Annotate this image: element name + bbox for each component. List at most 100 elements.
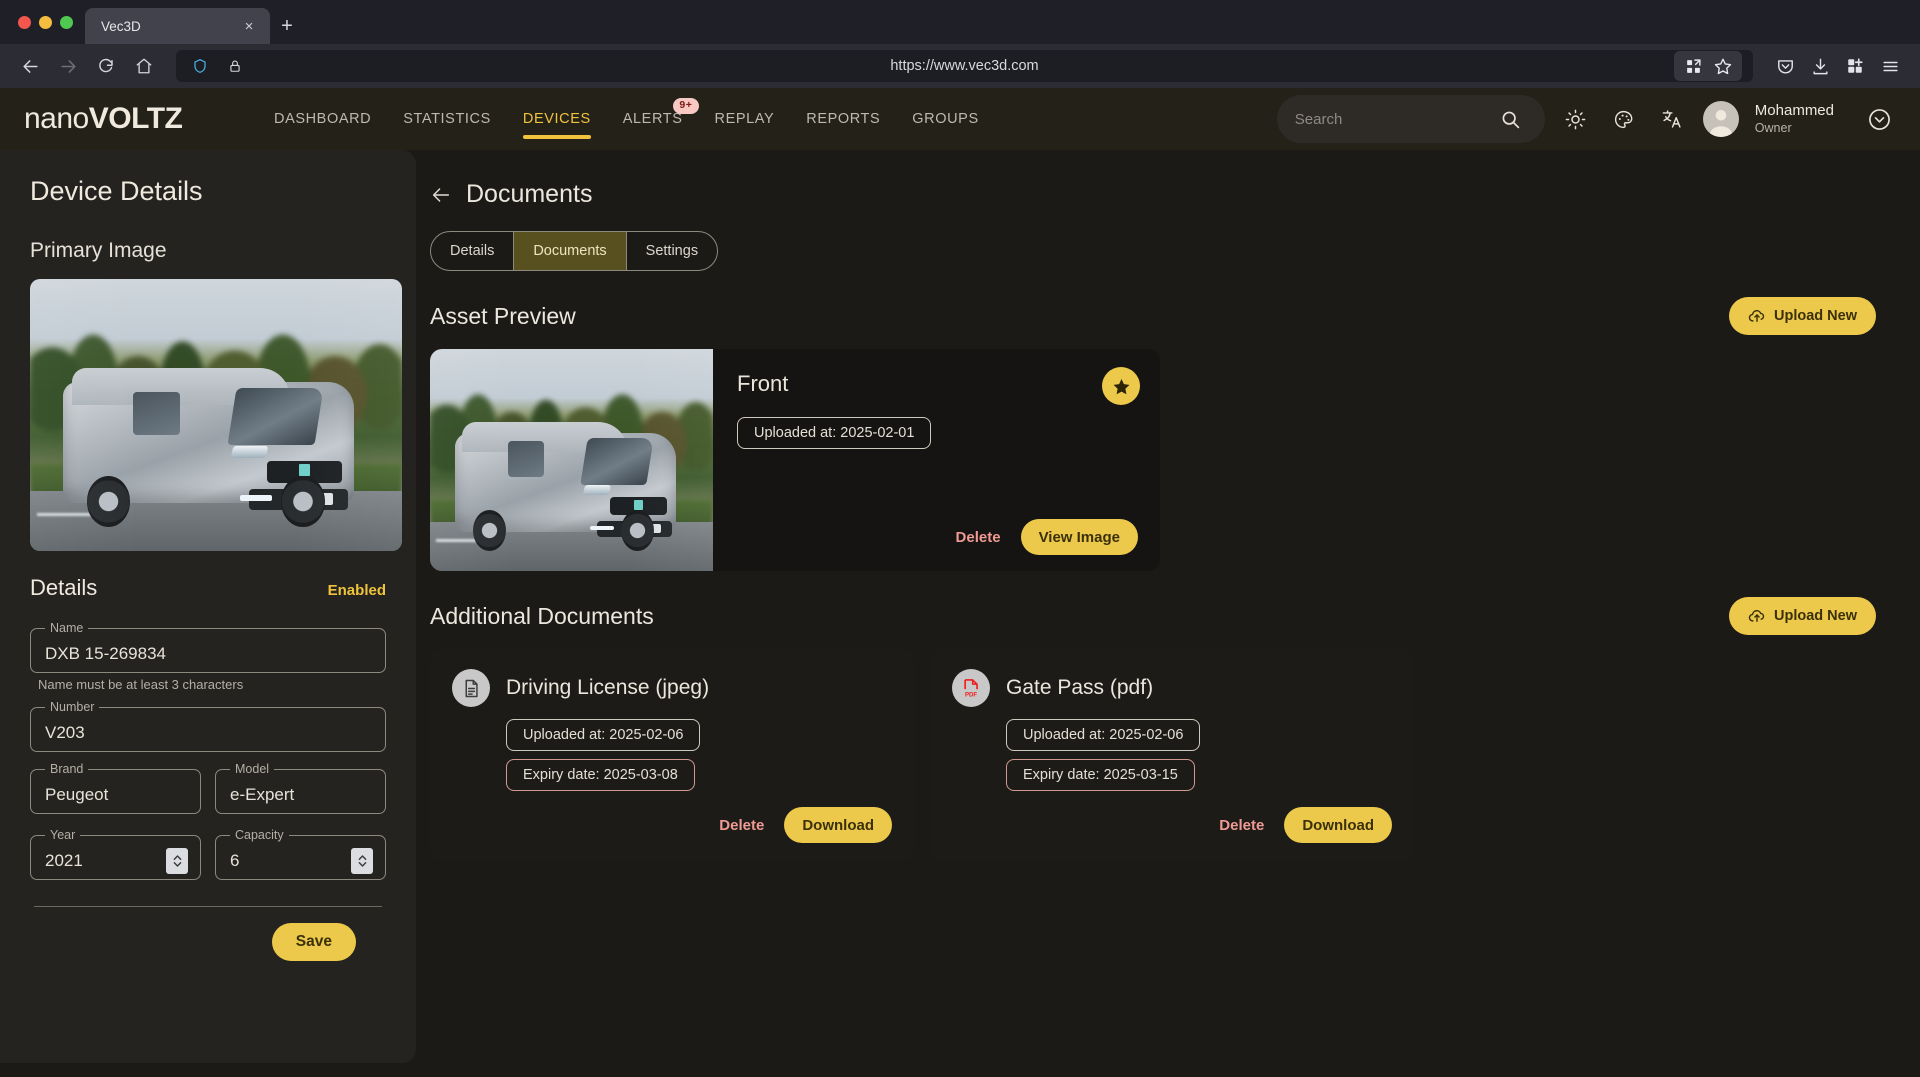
nav-item-dashboard[interactable]: DASHBOARD [274, 88, 371, 150]
user-info[interactable]: Mohammed Owner [1755, 102, 1834, 136]
save-row: Save [30, 923, 386, 961]
document-card-header: Driving License (jpeg) [452, 669, 892, 707]
asset-preview-header: Asset Preview Upload New [430, 297, 1896, 335]
upload-new-document-button[interactable]: Upload New [1729, 597, 1876, 635]
extensions-icon[interactable] [1839, 50, 1871, 82]
delete-asset-button[interactable]: Delete [952, 523, 1005, 552]
back-icon[interactable] [14, 50, 46, 82]
nav-item-statistics[interactable]: STATISTICS [403, 88, 491, 150]
brand-input[interactable] [43, 785, 188, 805]
documents-content: Documents Details Documents Settings Ass… [430, 150, 1920, 1077]
document-card-list: Driving License (jpeg) Uploaded at: 2025… [430, 649, 1896, 861]
bookmark-star-icon[interactable] [1710, 53, 1736, 79]
tab-documents[interactable]: Documents [514, 232, 626, 270]
content-title: Documents [466, 180, 592, 209]
delete-document-button[interactable]: Delete [715, 811, 768, 840]
document-name: Gate Pass (pdf) [1006, 676, 1153, 700]
menu-hamburger-icon[interactable] [1874, 50, 1906, 82]
vehicle-photo [430, 349, 713, 571]
capacity-input[interactable] [228, 851, 351, 871]
nav-item-replay[interactable]: REPLAY [715, 88, 775, 150]
details-heading: Details [30, 575, 97, 601]
browser-tabstrip: Vec3D × + [0, 0, 1920, 44]
avatar[interactable] [1703, 101, 1739, 137]
theme-palette-icon[interactable] [1607, 102, 1641, 136]
document-expiry-chip: Expiry date: 2025-03-15 [1006, 759, 1195, 791]
delete-document-button[interactable]: Delete [1215, 811, 1268, 840]
forward-icon[interactable] [52, 50, 84, 82]
document-card: Driving License (jpeg) Uploaded at: 2025… [430, 649, 914, 861]
asset-thumbnail[interactable] [430, 349, 713, 571]
search-icon[interactable] [1494, 102, 1527, 136]
download-document-button[interactable]: Download [784, 807, 892, 843]
nav-label: REPLAY [715, 111, 775, 127]
upload-new-asset-button[interactable]: Upload New [1729, 297, 1876, 335]
model-field[interactable]: Model [215, 762, 386, 814]
application-root: nanoVOLTZ DASHBOARD STATISTICS DEVICES A… [0, 88, 1920, 1077]
year-input[interactable] [43, 851, 166, 871]
app-header: nanoVOLTZ DASHBOARD STATISTICS DEVICES A… [0, 88, 1920, 150]
translate-language-icon[interactable] [1655, 102, 1689, 136]
nav-item-alerts[interactable]: ALERTS 9+ [623, 88, 683, 150]
nav-item-groups[interactable]: GROUPS [912, 88, 978, 150]
year-field[interactable]: Year [30, 828, 201, 880]
new-tab-button[interactable]: + [270, 8, 304, 44]
name-input[interactable] [43, 644, 373, 664]
download-document-button[interactable]: Download [1284, 807, 1392, 843]
back-arrow-icon[interactable] [430, 184, 452, 206]
chevron-down-icon[interactable] [1862, 102, 1896, 136]
year-stepper[interactable] [166, 848, 188, 874]
capacity-field-label: Capacity [230, 828, 289, 842]
primary-image[interactable] [30, 279, 402, 551]
document-card: PDF Gate Pass (pdf) Uploaded at: 2025-02… [930, 649, 1414, 861]
tab-settings[interactable]: Settings [627, 232, 717, 270]
url-text: https://www.vec3d.com [890, 58, 1038, 74]
search-input[interactable] [1295, 111, 1494, 128]
nav-item-devices[interactable]: DEVICES [523, 88, 591, 150]
download-icon[interactable] [1804, 50, 1836, 82]
save-button[interactable]: Save [272, 923, 356, 961]
close-icon[interactable]: × [238, 15, 260, 37]
year-field-label: Year [45, 828, 80, 842]
document-chips: Uploaded at: 2025-02-06 Expiry date: 202… [1006, 707, 1392, 791]
divider [34, 906, 382, 907]
header-actions: Mohammed Owner [1277, 95, 1896, 143]
browser-tab[interactable]: Vec3D × [85, 8, 270, 44]
maximize-window-button[interactable] [60, 16, 73, 29]
address-bar-actions [1674, 51, 1742, 81]
address-bar[interactable]: https://www.vec3d.com [176, 50, 1753, 82]
primary-image-label: Primary Image [30, 239, 386, 263]
nav-label: ALERTS [623, 111, 683, 127]
grid-share-icon[interactable] [1680, 53, 1706, 79]
brightness-sun-icon[interactable] [1559, 102, 1593, 136]
number-input[interactable] [43, 723, 373, 743]
tab-details[interactable]: Details [431, 232, 514, 270]
close-window-button[interactable] [18, 16, 31, 29]
breadcrumb[interactable]: Documents [430, 180, 1896, 209]
search-box[interactable] [1277, 95, 1545, 143]
home-icon[interactable] [128, 50, 160, 82]
section-tabs: Details Documents Settings [430, 231, 718, 271]
capacity-stepper[interactable] [351, 848, 373, 874]
document-uploaded-chip: Uploaded at: 2025-02-06 [1006, 719, 1200, 751]
cloud-upload-icon [1748, 307, 1766, 325]
asset-name: Front [737, 371, 1138, 397]
capacity-field[interactable]: Capacity [215, 828, 386, 880]
view-image-button[interactable]: View Image [1021, 519, 1138, 555]
brand-field[interactable]: Brand [30, 762, 201, 814]
reload-icon[interactable] [90, 50, 122, 82]
alerts-badge: 9+ [673, 98, 698, 114]
model-input[interactable] [228, 785, 373, 805]
nav-label: DASHBOARD [274, 111, 371, 127]
asset-preview-heading: Asset Preview [430, 303, 576, 330]
upload-new-label: Upload New [1774, 608, 1857, 624]
minimize-window-button[interactable] [39, 16, 52, 29]
favorite-star-icon[interactable] [1102, 367, 1140, 405]
app-logo[interactable]: nanoVOLTZ [24, 102, 274, 136]
number-field[interactable]: Number [30, 700, 386, 752]
pocket-icon[interactable] [1769, 50, 1801, 82]
nav-item-reports[interactable]: REPORTS [806, 88, 880, 150]
browser-toolbar: https://www.vec3d.com [0, 44, 1920, 88]
cloud-upload-icon [1748, 607, 1766, 625]
name-field[interactable]: Name [30, 621, 386, 673]
